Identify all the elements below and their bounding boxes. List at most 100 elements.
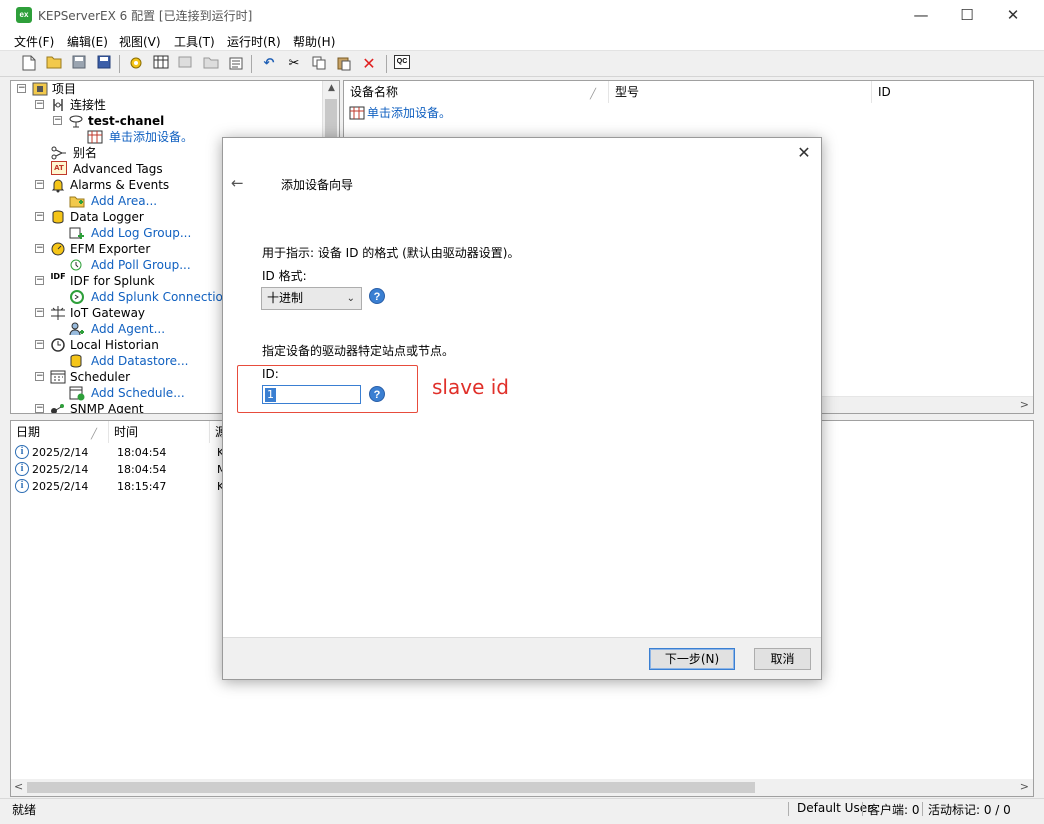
chevron-down-icon: ⌄ — [346, 293, 355, 304]
device-icon[interactable] — [152, 55, 170, 73]
tree-label: IoT Gateway — [70, 306, 146, 320]
new-icon[interactable] — [20, 55, 38, 73]
network-icon — [50, 401, 66, 413]
tag-group-icon[interactable] — [202, 55, 220, 73]
column-label: 设备名称 — [350, 85, 399, 99]
menu-runtime[interactable]: 运行时(R) — [227, 33, 281, 50]
collapse-icon[interactable]: − — [35, 276, 44, 285]
id-label: ID: — [262, 367, 279, 381]
back-arrow-icon[interactable]: ← — [231, 174, 244, 192]
cut-icon[interactable]: ✂ — [285, 55, 303, 73]
scroll-right-icon[interactable]: > — [1020, 780, 1029, 793]
id-format-value: 十进制 — [267, 291, 304, 305]
minimize-button[interactable]: — — [898, 0, 944, 31]
collapse-icon[interactable]: − — [35, 308, 44, 317]
toolbar: ↶ ✂ ✕ QC — [0, 51, 1044, 77]
connectivity-icon[interactable] — [127, 55, 145, 73]
tree-label: Add Datastore... — [91, 354, 189, 368]
advanced-tags-icon: AT — [51, 161, 67, 175]
column-header-device-name[interactable]: 设备名称 ╱ — [344, 81, 609, 103]
undo-icon[interactable]: ↶ — [260, 55, 278, 73]
log-time: 18:04:54 — [117, 463, 167, 476]
close-icon[interactable]: ✕ — [795, 144, 813, 162]
tag-icon[interactable] — [177, 55, 195, 73]
annotation-text: slave id — [432, 375, 509, 399]
tree-label: Local Historian — [70, 338, 159, 352]
delete-icon[interactable]: ✕ — [360, 55, 378, 73]
column-header-time[interactable]: 时间 — [109, 421, 210, 443]
info-icon: i — [15, 462, 29, 476]
scroll-thumb[interactable] — [27, 782, 755, 793]
calendar-icon — [50, 369, 66, 385]
menu-view[interactable]: 视图(V) — [119, 33, 161, 50]
tree-label: Add Schedule... — [91, 386, 185, 400]
save-as-icon[interactable] — [95, 55, 113, 73]
id-format-description: 用于指示: 设备 ID 的格式 (默认由驱动器设置)。 — [262, 246, 520, 260]
scroll-up-icon[interactable]: ▲ — [323, 83, 339, 93]
status-divider — [922, 802, 923, 816]
close-window-button[interactable]: ✕ — [990, 0, 1036, 31]
log-scrollbar[interactable]: < > — [11, 779, 1033, 796]
quick-client-icon[interactable]: QC — [394, 55, 412, 73]
device-icon — [87, 129, 103, 145]
id-format-label: ID 格式: — [262, 269, 307, 283]
properties-icon[interactable] — [227, 55, 245, 73]
menu-bar: 文件(F) 编辑(E) 视图(V) 工具(T) 运行时(R) 帮助(H) — [0, 31, 1044, 51]
column-header-id[interactable]: ID — [872, 81, 1033, 103]
collapse-icon[interactable]: − — [35, 100, 44, 109]
gateway-icon — [50, 305, 66, 321]
add-agent-icon — [69, 321, 85, 337]
station-description: 指定设备的驱动器特定站点或节点。 — [262, 344, 455, 358]
connectivity-icon — [50, 97, 66, 113]
project-icon — [32, 81, 48, 97]
collapse-icon[interactable]: − — [35, 180, 44, 189]
column-header-date[interactable]: 日期 ╱ — [11, 421, 109, 443]
scroll-left-icon[interactable]: < — [14, 780, 23, 793]
maximize-button[interactable]: ☐ — [944, 0, 990, 31]
collapse-icon[interactable]: − — [53, 116, 62, 125]
menu-file[interactable]: 文件(F) — [14, 33, 54, 50]
tree-label: Alarms & Events — [70, 178, 170, 192]
menu-tools[interactable]: 工具(T) — [174, 33, 215, 50]
help-icon[interactable]: ? — [369, 288, 385, 304]
tree-label: 别名 — [73, 146, 98, 160]
menu-edit[interactable]: 编辑(E) — [67, 33, 108, 50]
collapse-icon[interactable]: − — [35, 212, 44, 221]
app-logo-icon: ex — [16, 7, 32, 23]
next-button[interactable]: 下一步(N) — [649, 648, 735, 670]
paste-icon[interactable] — [335, 55, 353, 73]
add-poll-group-icon — [69, 257, 85, 273]
column-label: 日期 — [16, 425, 41, 439]
tree-label: Add Area... — [91, 194, 158, 208]
copy-icon[interactable] — [310, 55, 328, 73]
device-id-input[interactable]: 1 — [262, 385, 361, 404]
window-title: KEPServerEX 6 配置 [已连接到运行时] — [38, 9, 253, 23]
column-header-model[interactable]: 型号 — [609, 81, 872, 103]
collapse-icon[interactable]: − — [35, 372, 44, 381]
bell-icon — [50, 177, 66, 193]
add-datastore-icon — [69, 353, 85, 369]
collapse-icon[interactable]: − — [35, 244, 44, 253]
menu-help[interactable]: 帮助(H) — [293, 33, 335, 50]
log-date: 2025/2/14 — [32, 463, 89, 476]
tree-label: 单击添加设备。 — [109, 130, 194, 144]
log-time: 18:04:54 — [117, 446, 167, 459]
save-icon[interactable] — [70, 55, 88, 73]
help-icon[interactable]: ? — [369, 386, 385, 402]
idf-icon: IDF — [50, 272, 66, 281]
tree-label: Add Poll Group... — [91, 258, 191, 272]
collapse-icon[interactable]: − — [17, 84, 26, 93]
tree-label: IDF for Splunk — [70, 274, 155, 288]
cancel-button[interactable]: 取消 — [754, 648, 811, 670]
id-format-select[interactable]: 十进制 ⌄ — [261, 287, 362, 310]
log-date: 2025/2/14 — [32, 446, 89, 459]
open-icon[interactable] — [45, 55, 63, 73]
title-bar: ex KEPServerEX 6 配置 [已连接到运行时] — ☐ ✕ — [0, 0, 1044, 31]
add-area-icon — [69, 193, 85, 209]
channel-icon — [68, 113, 84, 129]
collapse-icon[interactable]: − — [35, 404, 44, 413]
status-ready: 就绪 — [12, 803, 37, 817]
scroll-right-icon[interactable]: > — [1020, 398, 1029, 411]
sort-icon: ╱ — [590, 89, 597, 100]
collapse-icon[interactable]: − — [35, 340, 44, 349]
